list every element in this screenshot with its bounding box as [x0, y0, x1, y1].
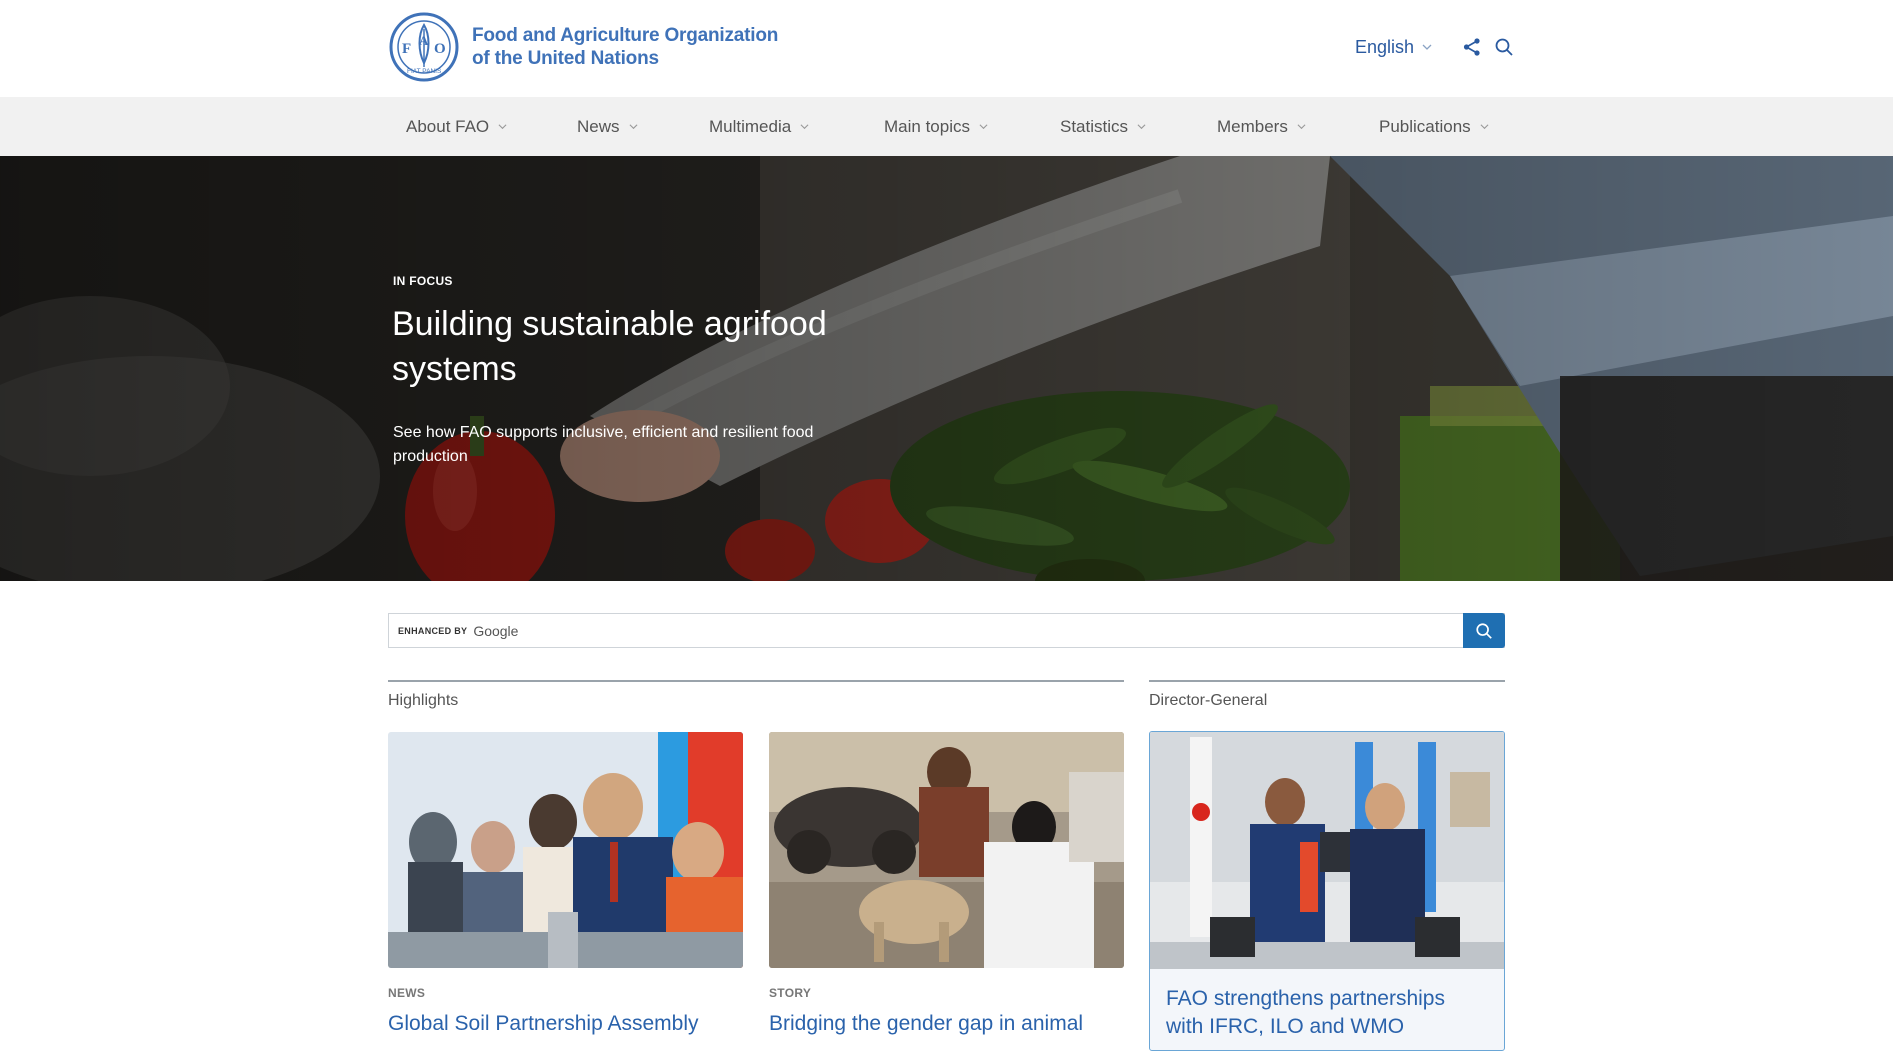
- logo-line-2: of the United Nations: [472, 48, 659, 69]
- chevron-down-icon: [1137, 124, 1146, 130]
- director-general-card-image[interactable]: [1150, 732, 1504, 969]
- emblem-motto: FIAT PANIS: [407, 68, 442, 75]
- nav-item-members[interactable]: Members: [1217, 97, 1306, 156]
- search-enhanced-label: ENHANCED BY: [398, 625, 468, 636]
- fao-logo[interactable]: F A O FIAT PANIS Food and Agriculture Or…: [388, 11, 778, 83]
- search-provider: Google: [473, 622, 519, 639]
- highlight-card[interactable]: NEWS Global Soil Partnership Assembly: [388, 732, 743, 1038]
- chevron-down-icon: [629, 124, 637, 130]
- fao-emblem-icon: F A O FIAT PANIS: [389, 12, 459, 82]
- highlights-heading: Highlights: [388, 680, 1124, 720]
- nav-item-label: Main topics: [884, 116, 970, 136]
- main-nav: About FAO News Multimedia Main topics St…: [0, 97, 1893, 156]
- nav-item-about-fao[interactable]: About FAO: [406, 97, 507, 156]
- card-kicker: NEWS: [388, 986, 426, 1000]
- emblem-letter-f: F: [402, 41, 411, 57]
- card-title[interactable]: Bridging the gender gap in animal: [769, 1010, 1124, 1038]
- card-title[interactable]: Global Soil Partnership Assembly: [388, 1010, 743, 1038]
- nav-item-label: News: [577, 116, 620, 136]
- chevron-down-icon: [979, 124, 988, 130]
- search-input[interactable]: [529, 614, 1479, 647]
- site-search-box: ENHANCED BY Google: [388, 613, 1505, 648]
- hero-kicker: IN FOCUS: [393, 274, 453, 288]
- highlight-card-image[interactable]: [388, 732, 743, 968]
- hero-title[interactable]: Building sustainable agrifood systems: [392, 302, 852, 392]
- hero-overlay: [0, 156, 1893, 581]
- chevron-down-icon: [1480, 124, 1489, 130]
- nav-item-label: Publications: [1379, 116, 1471, 136]
- logo-text: Food and Agriculture Organization of the…: [472, 24, 778, 70]
- nav-item-label: Multimedia: [709, 116, 792, 136]
- highlights-heading-label: Highlights: [388, 692, 459, 709]
- highlight-card[interactable]: STORY Bridging the gender gap in animal: [769, 732, 1124, 1038]
- search-branding: ENHANCED BY Google: [398, 623, 518, 639]
- emblem-letter-a: A: [419, 33, 429, 48]
- header-tools: English: [1355, 34, 1514, 60]
- nav-item-publications[interactable]: Publications: [1379, 97, 1489, 156]
- chevron-down-icon: [1422, 44, 1432, 50]
- card-kicker: STORY: [769, 986, 812, 1000]
- chevron-down-icon: [800, 124, 809, 130]
- nav-item-main-topics[interactable]: Main topics: [884, 97, 988, 156]
- search-icon: [1476, 622, 1492, 639]
- search-button[interactable]: [1463, 613, 1505, 648]
- nav-item-label: Members: [1217, 116, 1288, 136]
- director-general-heading-label: Director-General: [1149, 692, 1268, 709]
- chevron-down-icon: [1297, 124, 1306, 130]
- language-selector[interactable]: English: [1355, 37, 1432, 58]
- director-general-card[interactable]: FAO strengthens partnerships with IFRC, …: [1149, 731, 1505, 1051]
- director-general-heading: Director-General: [1149, 680, 1505, 720]
- nav-item-multimedia[interactable]: Multimedia: [709, 97, 809, 156]
- share-icon[interactable]: [1462, 37, 1482, 57]
- nav-item-label: Statistics: [1060, 116, 1129, 136]
- emblem-letter-o: O: [434, 41, 446, 57]
- chevron-down-icon: [498, 124, 507, 130]
- highlight-card-image[interactable]: [769, 732, 1124, 968]
- nav-item-label: About FAO: [406, 116, 490, 136]
- nav-item-news[interactable]: News: [577, 97, 638, 156]
- hero-banner[interactable]: IN FOCUS Building sustainable agrifood s…: [0, 156, 1893, 581]
- hero-description: See how FAO supports inclusive, efficien…: [393, 424, 814, 465]
- site-header: F A O FIAT PANIS Food and Agriculture Or…: [0, 0, 1893, 97]
- search-icon[interactable]: [1494, 37, 1514, 57]
- logo-line-1: Food and Agriculture Organization: [472, 25, 779, 46]
- nav-item-statistics[interactable]: Statistics: [1060, 97, 1146, 156]
- language-label: English: [1355, 36, 1415, 57]
